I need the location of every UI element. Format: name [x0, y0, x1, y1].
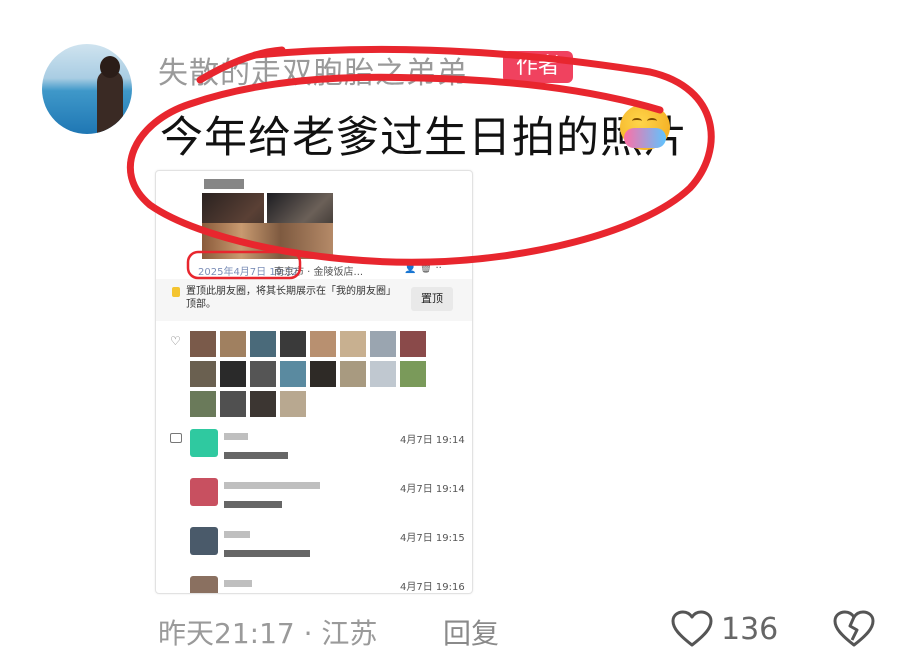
comment-message-blurred — [224, 550, 310, 557]
username[interactable]: 失散的走双胞胎之弟弟 — [158, 48, 468, 92]
commenter-avatar — [190, 576, 218, 593]
liker-avatar — [400, 331, 426, 357]
liker-avatar — [190, 391, 216, 417]
comment-time: 4月7日 19:14 — [400, 484, 465, 495]
liker-avatar — [280, 331, 306, 357]
avatar-person-head — [100, 56, 120, 78]
privacy-and-delete-icons: 👤 🗑 ·· — [404, 263, 442, 274]
pin-text: 置顶此朋友圈，将其长期展示在「我的朋友圈」顶部。 — [186, 286, 396, 310]
liker-avatar — [280, 361, 306, 387]
liker-avatar — [280, 391, 306, 417]
emoji-eye-right — [647, 118, 657, 124]
liker-avatar — [220, 361, 246, 387]
liker-avatar — [340, 331, 366, 357]
commenter-avatar — [190, 527, 218, 555]
liker-avatar — [370, 331, 396, 357]
comment-time: 4月7日 19:16 — [400, 582, 465, 593]
pin-icon — [172, 287, 180, 297]
blurred-caption — [204, 179, 244, 189]
author-badge: 作者 — [503, 51, 573, 83]
emoji-hands — [624, 128, 666, 148]
liker-avatar — [370, 361, 396, 387]
like-count: 136 — [721, 612, 779, 647]
comment-time: 4月7日 19:14 — [400, 435, 465, 446]
embedded-screenshot-image[interactable]: 2025年4月7日 19:12 南京市 · 金陵饭店... 👤 🗑 ·· 置顶此… — [155, 170, 473, 594]
comment-text: 今年给老爹过生日拍的照片 — [160, 113, 688, 163]
user-avatar[interactable] — [42, 44, 132, 134]
comment-message-blurred — [224, 452, 288, 459]
avatar-person-figure — [97, 70, 123, 134]
post-location: 南京市 · 金陵饭店... — [274, 267, 364, 278]
commenter-name-blurred — [224, 580, 252, 587]
comment-message-blurred — [224, 501, 282, 508]
liker-avatar — [190, 331, 216, 357]
likes-heart-icon: ♡ — [170, 334, 181, 348]
commenter-name-blurred — [224, 482, 320, 489]
liker-avatar — [250, 391, 276, 417]
pin-banner: 置顶此朋友圈，将其长期展示在「我的朋友圈」顶部。 置顶 — [156, 279, 472, 321]
emoji-eye-left — [632, 118, 642, 124]
liker-avatar — [250, 361, 276, 387]
photo-thumbnail-3 — [202, 223, 333, 259]
liker-avatar — [400, 361, 426, 387]
commenter-name-blurred — [224, 433, 248, 440]
comment-timestamp: 昨天21:17 · 江苏 — [158, 617, 378, 650]
hugging-face-emoji-icon — [620, 104, 670, 150]
liker-avatar — [250, 331, 276, 357]
like-heart-icon[interactable] — [671, 610, 713, 648]
liker-avatar — [310, 361, 336, 387]
dislike-broken-heart-icon[interactable] — [833, 610, 875, 648]
comments-icon — [170, 433, 182, 443]
liker-avatar — [340, 361, 366, 387]
liker-avatar — [220, 331, 246, 357]
reply-button[interactable]: 回复 — [443, 612, 499, 652]
commenter-avatar — [190, 478, 218, 506]
comment-time: 4月7日 19:15 — [400, 533, 465, 544]
liker-avatar — [220, 391, 246, 417]
commenter-avatar — [190, 429, 218, 457]
commenter-name-blurred — [224, 531, 250, 538]
pin-button: 置顶 — [411, 287, 453, 311]
liker-avatar — [310, 331, 336, 357]
liker-avatar — [190, 361, 216, 387]
